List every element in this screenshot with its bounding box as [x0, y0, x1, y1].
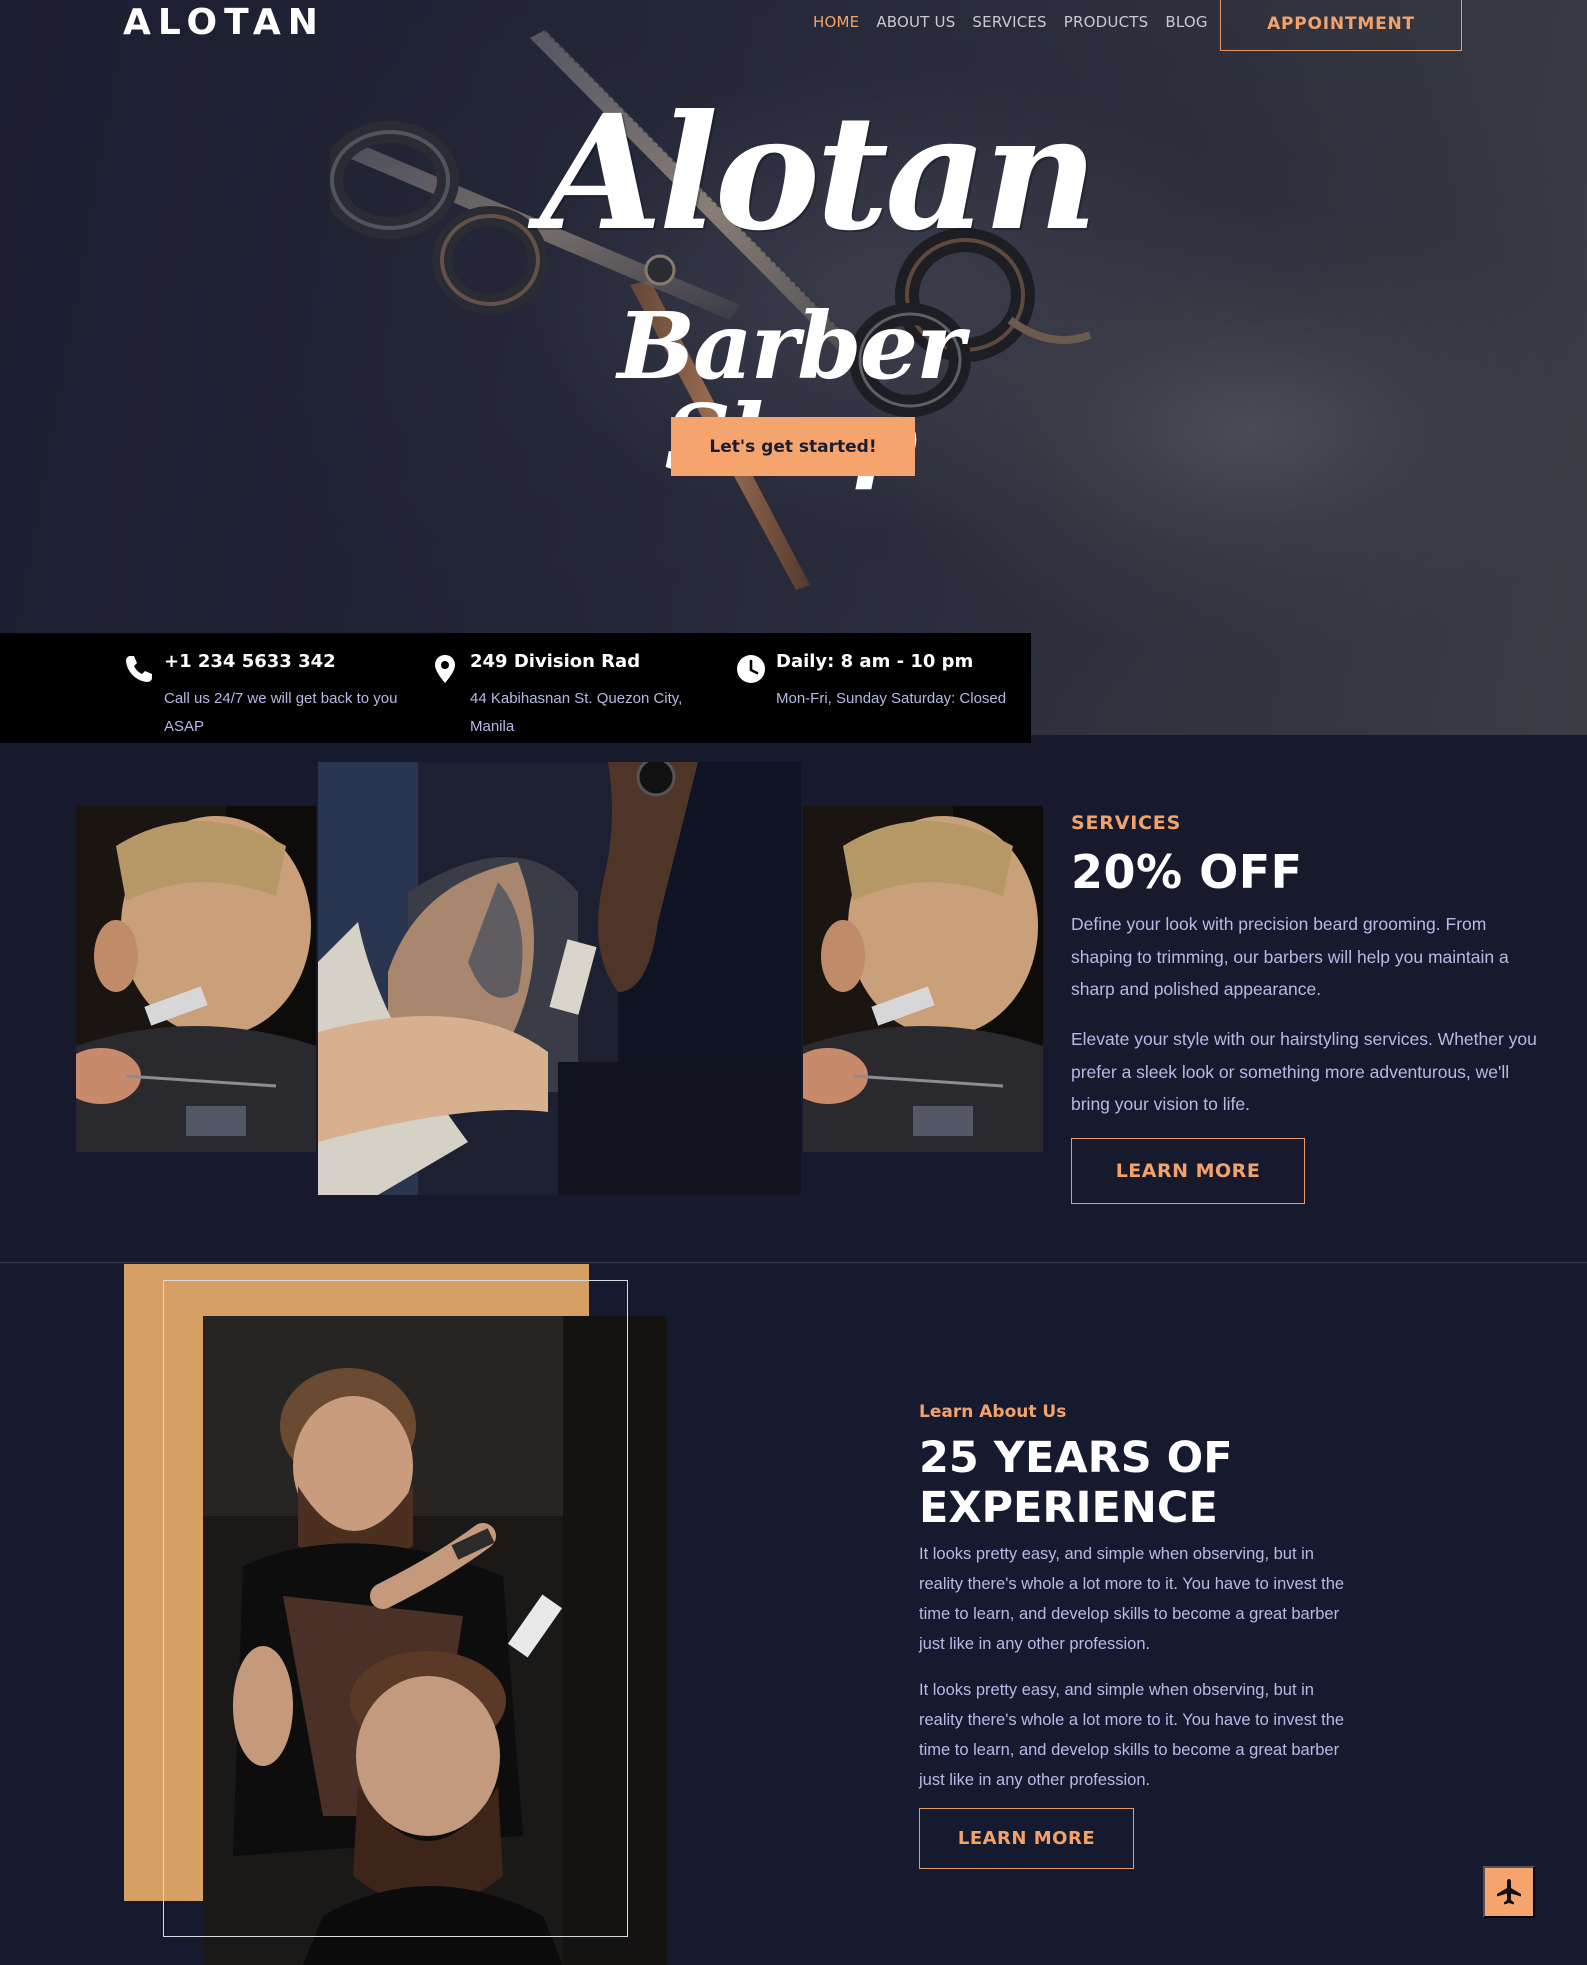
- get-started-button[interactable]: Let's get started!: [671, 417, 915, 476]
- brand-logo[interactable]: ALOTAN: [123, 2, 325, 43]
- contact-address-title: 249 Division Rad: [470, 651, 641, 672]
- contact-hours-title: Daily: 8 am - 10 pm: [776, 651, 974, 672]
- services-paragraph-1: Define your look with precision beard gr…: [1071, 914, 1509, 999]
- haircut-photo-right: [803, 806, 1043, 1152]
- contact-address-text: 44 Kabihasnan St. Quezon City, Manila: [470, 690, 683, 735]
- contact-phone-text: Call us 24/7 we will get back to you ASA…: [164, 690, 398, 735]
- clock-icon: [737, 655, 765, 683]
- services-learn-more-button[interactable]: LEARN MORE: [1071, 1138, 1305, 1204]
- barber-at-work-photo: [203, 1316, 667, 1965]
- about-heading: 25 YEARS OF EXPERIENCE: [919, 1433, 1233, 1533]
- services-paragraph-2: Elevate your style with our hairstyling …: [1071, 1029, 1537, 1114]
- airplane-icon: [1497, 1879, 1521, 1905]
- nav-home[interactable]: HOME: [813, 13, 859, 31]
- contact-phone-title[interactable]: +1 234 5633 342: [164, 651, 336, 672]
- contact-hours-text: Mon-Fri, Sunday Saturday: Closed: [776, 690, 1007, 707]
- contact-bar: +1 234 5633 342 Call us 24/7 we will get…: [0, 633, 1031, 743]
- about-paragraph-1: It looks pretty easy, and simple when ob…: [919, 1545, 1345, 1653]
- about-paragraph-2: It looks pretty easy, and simple when ob…: [919, 1681, 1345, 1789]
- nav-services[interactable]: SERVICES: [972, 13, 1046, 31]
- phone-icon: [126, 656, 152, 682]
- about-label: Learn About Us: [919, 1402, 1067, 1422]
- hero-title: Alotan: [540, 81, 1098, 266]
- beard-shave-photo: [318, 762, 801, 1195]
- nav-blog[interactable]: BLOG: [1165, 13, 1207, 31]
- back-to-top-button[interactable]: [1483, 1866, 1535, 1918]
- services-heading: 20% OFF: [1071, 845, 1303, 899]
- about-learn-more-button[interactable]: LEARN MORE: [919, 1808, 1134, 1869]
- nav-products[interactable]: PRODUCTS: [1064, 13, 1149, 31]
- haircut-photo-left: [76, 806, 316, 1152]
- location-pin-icon: [435, 655, 455, 683]
- appointment-button[interactable]: APPOINTMENT: [1220, 0, 1462, 51]
- main-nav: HOME ABOUT US SERVICES PRODUCTS BLOG: [813, 13, 1208, 31]
- hero-section: ALOTAN HOME ABOUT US SERVICES PRODUCTS B…: [0, 0, 1587, 735]
- services-label: SERVICES: [1071, 812, 1182, 834]
- nav-about-us[interactable]: ABOUT US: [876, 13, 955, 31]
